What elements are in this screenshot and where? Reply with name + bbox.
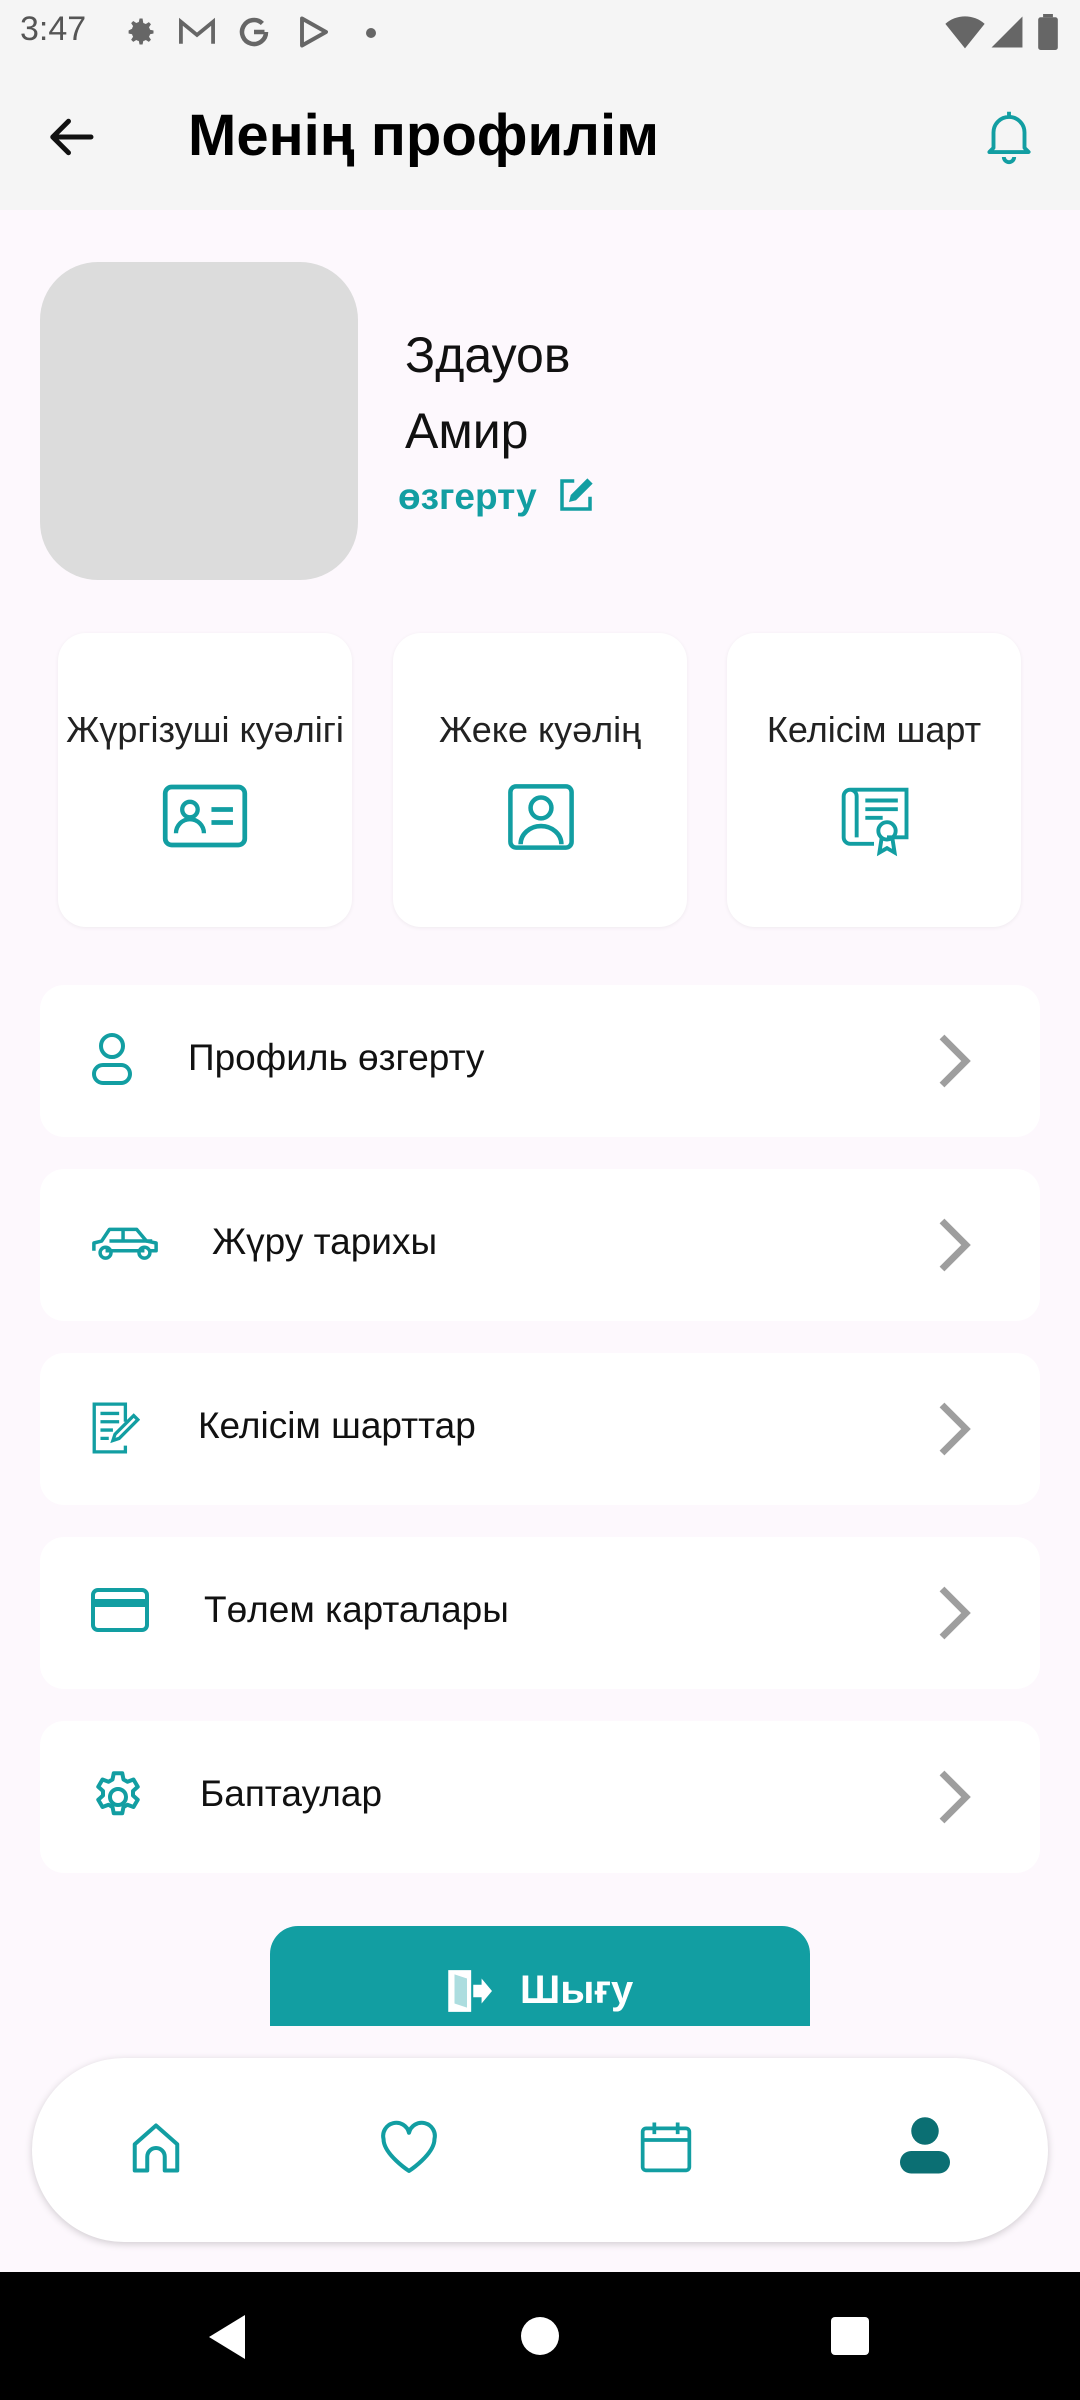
wifi-icon [945,14,985,50]
avatar [40,262,358,580]
menu-item-trip-history[interactable]: Жүру тарихы [40,1169,1040,1321]
bell-icon[interactable] [978,104,1040,166]
car-icon [90,1223,160,1263]
edit-icon[interactable] [555,474,597,516]
signal-icon [990,14,1024,50]
person-id-icon [507,783,575,851]
status-bar: 3:47 [0,0,1080,66]
doc-card-contract[interactable]: Келісім шарт [727,633,1021,927]
credit-card-icon [90,1587,150,1633]
menu-item-label: Профиль өзгерту [188,1037,485,1078]
menu-item-label: Жүру тарихы [212,1221,438,1262]
menu-item-payment-cards[interactable]: Төлем карталары [40,1537,1040,1689]
logout-label: Шығу [520,1968,634,2012]
chevron-right-icon [936,1585,972,1641]
nav-calendar-icon[interactable] [638,2118,694,2176]
system-home-icon[interactable] [521,2317,559,2355]
user-name-second: Амир [405,403,529,459]
doc-card-label: Жеке куәлің [438,709,642,750]
logout-button[interactable]: Шығу [270,1926,810,2026]
logout-icon [442,1966,492,2016]
chevron-right-icon [936,1217,972,1273]
menu-item-label: Келісім шарттар [198,1405,476,1446]
doc-card-driver-license[interactable]: Жүргізуші куәлігі [58,633,352,927]
dot-status-icon [366,28,376,38]
gmail-status-icon [178,14,216,50]
page-title: Менің профилім [188,103,660,168]
settings-status-icon [122,14,158,50]
user-name-first: Здауов [405,327,571,383]
chevron-right-icon [936,1033,972,1089]
certificate-icon [835,783,913,857]
menu-item-contracts[interactable]: Келісім шарттар [40,1353,1040,1505]
menu-item-label: Төлем карталары [204,1589,509,1630]
back-arrow-icon[interactable] [46,110,100,164]
doc-card-label: Келісім шарт [766,709,982,750]
system-recents-icon[interactable] [831,2317,869,2355]
doc-card-id[interactable]: Жеке куәлің [393,633,687,927]
chevron-right-icon [936,1401,972,1457]
system-nav-bar [0,2272,1080,2400]
menu-item-edit-profile[interactable]: Профиль өзгерту [40,985,1040,1137]
status-time: 3:47 [20,10,87,48]
contract-icon [90,1401,140,1455]
settings-icon [88,1767,148,1827]
battery-icon [1038,14,1058,50]
id-card-icon [162,783,248,849]
google-status-icon [236,14,272,50]
doc-card-label: Жүргізуші куәлігі [66,709,344,750]
user-icon [90,1031,134,1087]
menu-item-label: Баптаулар [200,1773,383,1814]
menu-item-settings[interactable]: Баптаулар [40,1721,1040,1873]
bottom-nav [32,2058,1048,2242]
nav-heart-icon[interactable] [378,2120,440,2176]
edit-profile-link[interactable]: өзгерту [398,476,537,518]
system-back-icon[interactable] [204,2315,246,2359]
nav-home-icon[interactable] [126,2118,186,2178]
chevron-right-icon [936,1769,972,1825]
play-status-icon [296,14,332,50]
nav-profile-icon[interactable] [900,2116,950,2176]
